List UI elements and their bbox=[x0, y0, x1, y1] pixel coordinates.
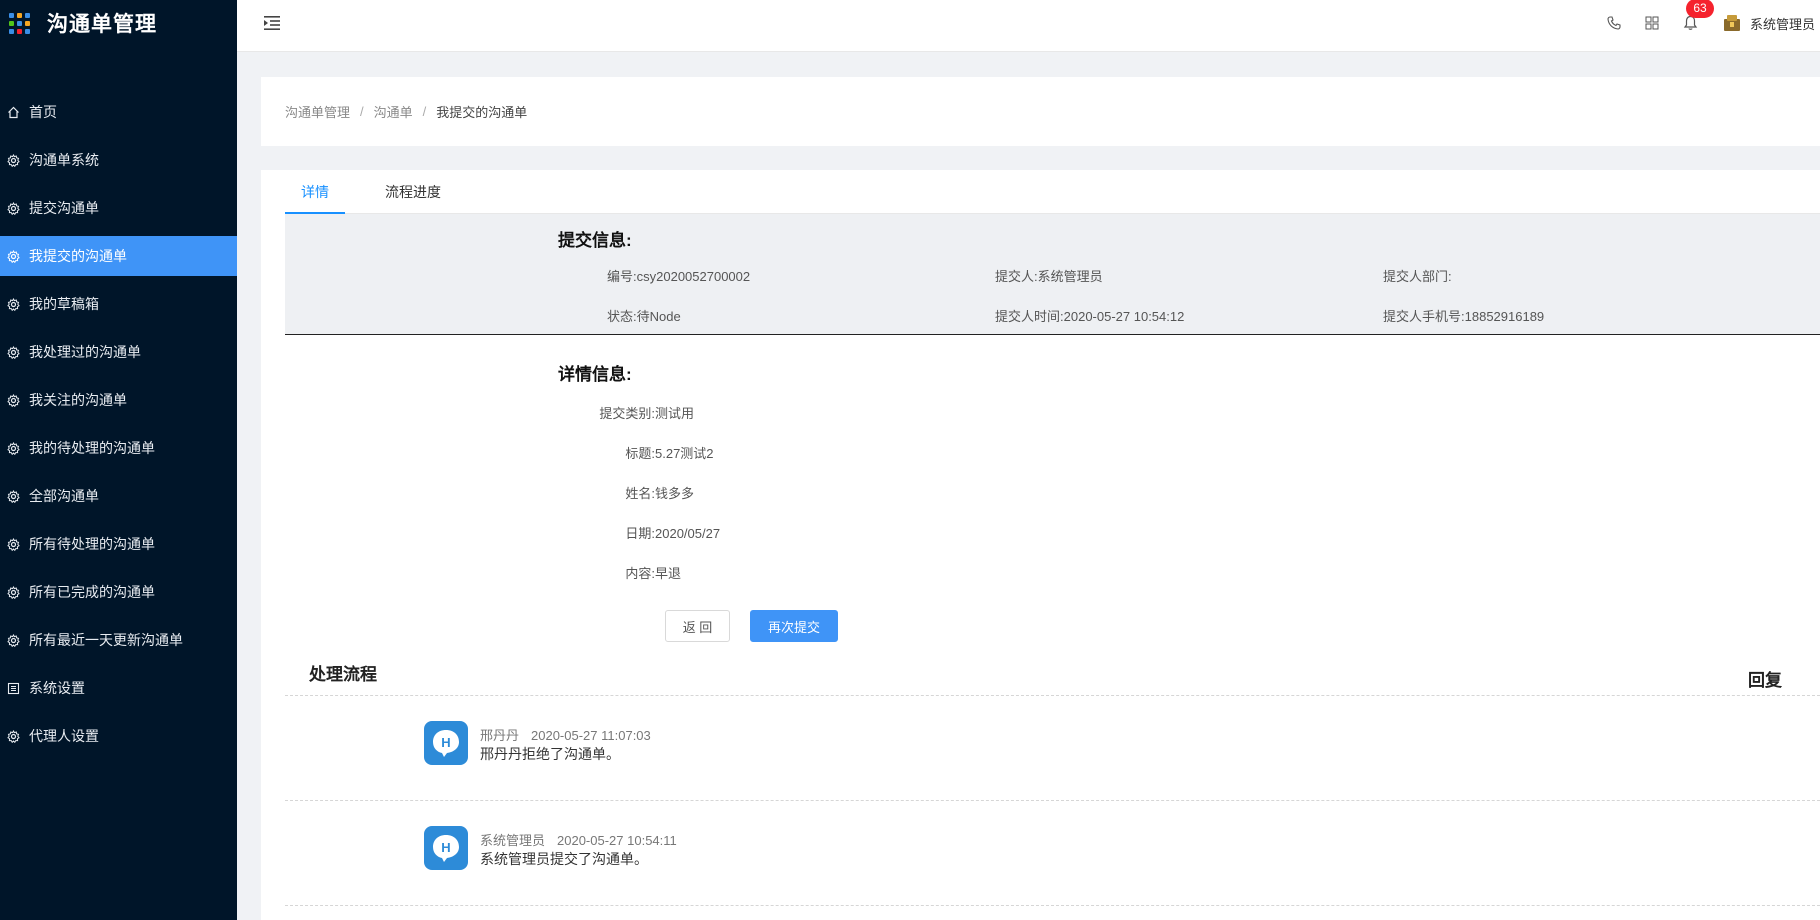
divider bbox=[285, 905, 1820, 906]
sidebar-item[interactable]: 所有最近一天更新沟通单 bbox=[0, 620, 237, 660]
breadcrumb-separator: / bbox=[360, 104, 364, 119]
gear-icon bbox=[6, 249, 20, 263]
detail-category: 提交类别:测试用 bbox=[599, 406, 695, 421]
breadcrumb-item[interactable]: 沟通单 bbox=[374, 102, 413, 121]
sidebar-item-label: 我的草稿箱 bbox=[29, 296, 99, 312]
sidebar-item[interactable]: 我关注的沟通单 bbox=[0, 380, 237, 420]
divider bbox=[285, 695, 1820, 696]
sidebar-item[interactable]: 代理人设置 bbox=[0, 716, 237, 756]
sidebar: 沟通单管理 首页沟通单系统提交沟通单我提交的沟通单 我的草稿箱我处理过的沟通单 我关… bbox=[0, 0, 237, 920]
sidebar-item[interactable]: 提交沟通单 bbox=[0, 188, 237, 228]
gear-icon bbox=[6, 393, 20, 407]
reply-title: 回复 bbox=[1748, 671, 1782, 690]
sidebar-item[interactable]: 所有待处理的沟通单 bbox=[0, 524, 237, 564]
sidebar-item[interactable]: 所有已完成的沟通单 bbox=[0, 572, 237, 612]
gear-icon bbox=[6, 585, 20, 599]
submit-info-section: 提交信息: 编号:csy2020052700002 提交人:系统管理员 提交人部… bbox=[285, 214, 1820, 335]
field-submit-time: 提交人时间:2020-05-27 10:54:12 bbox=[995, 309, 1185, 324]
tab-details[interactable]: 详情 bbox=[285, 170, 345, 214]
resubmit-button[interactable]: 再次提交 bbox=[750, 610, 838, 642]
field-phone: 提交人手机号:18852916189 bbox=[1383, 309, 1545, 324]
top-header: 63 系统管理员 bbox=[237, 0, 1820, 52]
detail-content: 内容:早退 bbox=[625, 566, 682, 581]
sidebar-item-label: 我关注的沟通单 bbox=[29, 392, 127, 408]
detail-info-title: 详情信息: bbox=[558, 365, 632, 384]
home-icon bbox=[6, 105, 20, 119]
flow-entry-time: 2020-05-27 10:54:11 bbox=[557, 833, 677, 848]
process-flow-title: 处理流程 bbox=[309, 665, 377, 684]
sidebar-item-label: 所有已完成的沟通单 bbox=[29, 584, 155, 600]
sidebar-item-label: 我提交的沟通单 bbox=[29, 248, 127, 264]
breadcrumb-current: 我提交的沟通单 bbox=[436, 105, 528, 120]
gear-icon bbox=[6, 153, 20, 167]
gear-icon bbox=[6, 633, 20, 647]
field-number: 编号:csy2020052700002 bbox=[607, 269, 751, 284]
field-department: 提交人部门: bbox=[1383, 269, 1452, 284]
chat-avatar-icon: H bbox=[424, 721, 468, 765]
detail-name: 姓名:钱多多 bbox=[625, 486, 695, 501]
sidebar-item-label: 所有最近一天更新沟通单 bbox=[29, 632, 183, 648]
sidebar-item-label: 我处理过的沟通单 bbox=[29, 344, 141, 360]
app-title: 沟通单管理 bbox=[47, 13, 157, 36]
sidebar-item-label: 所有待处理的沟通单 bbox=[29, 536, 155, 552]
gear-icon bbox=[6, 201, 20, 215]
flow-entry-text: 邢丹丹拒绝了沟通单。 bbox=[480, 746, 620, 762]
detail-date: 日期:2020/05/27 bbox=[625, 526, 721, 541]
divider bbox=[285, 800, 1820, 801]
list-icon bbox=[6, 681, 20, 695]
sidebar-item-label: 系统设置 bbox=[29, 680, 85, 696]
sidebar-item-label: 首页 bbox=[29, 104, 57, 120]
flow-entry-time: 2020-05-27 11:07:03 bbox=[531, 728, 651, 743]
detail-subject: 标题:5.27测试2 bbox=[625, 446, 714, 461]
sidebar-item-label: 代理人设置 bbox=[29, 728, 99, 744]
username-label[interactable]: 系统管理员 bbox=[1750, 14, 1820, 33]
svg-text:H: H bbox=[441, 735, 450, 750]
tab-process-progress[interactable]: 流程进度 bbox=[369, 170, 457, 214]
gear-icon bbox=[6, 297, 20, 311]
apps-grid-icon bbox=[9, 12, 30, 34]
grid-icon[interactable] bbox=[1644, 15, 1660, 31]
app-logo: 沟通单管理 bbox=[0, 0, 237, 46]
flow-entry-name: 系统管理员 bbox=[480, 833, 546, 848]
sidebar-item-label: 提交沟通单 bbox=[29, 200, 99, 216]
sidebar-item-label: 全部沟通单 bbox=[29, 488, 99, 504]
flow-entry-text: 系统管理员提交了沟通单。 bbox=[480, 851, 648, 867]
gear-icon bbox=[6, 441, 20, 455]
sidebar-item[interactable]: 我的待处理的沟通单 bbox=[0, 428, 237, 468]
user-avatar[interactable] bbox=[1722, 14, 1742, 32]
notification-bell-icon[interactable]: 63 bbox=[1682, 0, 1714, 31]
submit-info-title: 提交信息: bbox=[558, 231, 632, 250]
field-status: 状态:待Node bbox=[607, 309, 681, 324]
phone-icon[interactable] bbox=[1606, 15, 1622, 31]
svg-text:H: H bbox=[441, 840, 450, 855]
breadcrumb-item[interactable]: 沟通单管理 bbox=[285, 102, 350, 121]
menu-collapse-icon[interactable] bbox=[262, 14, 282, 32]
sidebar-item-label: 沟通单系统 bbox=[29, 152, 99, 168]
gear-icon bbox=[6, 729, 20, 743]
sidebar-item-label: 我的待处理的沟通单 bbox=[29, 440, 155, 456]
sidebar-item[interactable]: 我处理过的沟通单 bbox=[0, 332, 237, 372]
header-actions: 63 系统管理员 bbox=[1606, 0, 1820, 46]
gear-icon bbox=[6, 489, 20, 503]
notification-badge: 63 bbox=[1686, 0, 1714, 18]
sidebar-menu: 首页沟通单系统提交沟通单我提交的沟通单 我的草稿箱我处理过的沟通单 我关注的沟通单我… bbox=[0, 92, 237, 756]
tab-bar: 详情 流程进度 bbox=[285, 170, 1820, 214]
sidebar-item[interactable]: 全部沟通单 bbox=[0, 476, 237, 516]
breadcrumb: 沟通单管理 / 沟通单 / 我提交的沟通单 bbox=[261, 77, 1820, 146]
flow-entry-name: 邢丹丹 bbox=[480, 728, 520, 743]
sidebar-item[interactable]: 沟通单系统 bbox=[0, 140, 237, 180]
sidebar-item[interactable]: 我的草稿箱 bbox=[0, 284, 237, 324]
back-button[interactable]: 返 回 bbox=[665, 610, 730, 642]
chat-avatar-icon: H bbox=[424, 826, 468, 870]
sidebar-item[interactable]: 系统设置 bbox=[0, 668, 237, 708]
detail-card: 详情 流程进度 提交信息: 编号:csy2020052700002 提交人:系统… bbox=[261, 170, 1820, 920]
gear-icon bbox=[6, 537, 20, 551]
gear-icon bbox=[6, 345, 20, 359]
field-submitter: 提交人:系统管理员 bbox=[995, 269, 1103, 284]
sidebar-item[interactable]: 我提交的沟通单 bbox=[0, 236, 237, 276]
sidebar-item[interactable]: 首页 bbox=[0, 92, 237, 132]
breadcrumb-separator: / bbox=[422, 104, 427, 119]
